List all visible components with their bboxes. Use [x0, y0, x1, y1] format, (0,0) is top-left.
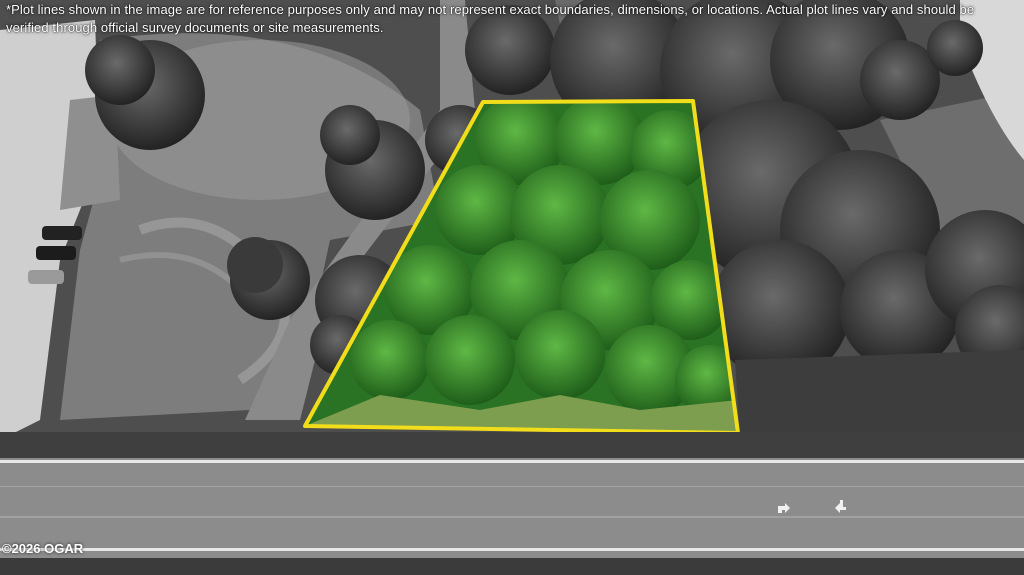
disclaimer-text: *Plot lines shown in the image are for r…: [6, 2, 975, 35]
grass-strip: [735, 350, 1024, 440]
copyright-watermark: ©2026 OGAR: [2, 541, 84, 556]
parked-car: [42, 226, 82, 240]
aerial-photo: [0, 0, 1024, 575]
road-shoulder: [0, 432, 1024, 458]
parked-car: [36, 246, 76, 260]
road: [0, 458, 1024, 558]
parked-car: [28, 270, 64, 284]
